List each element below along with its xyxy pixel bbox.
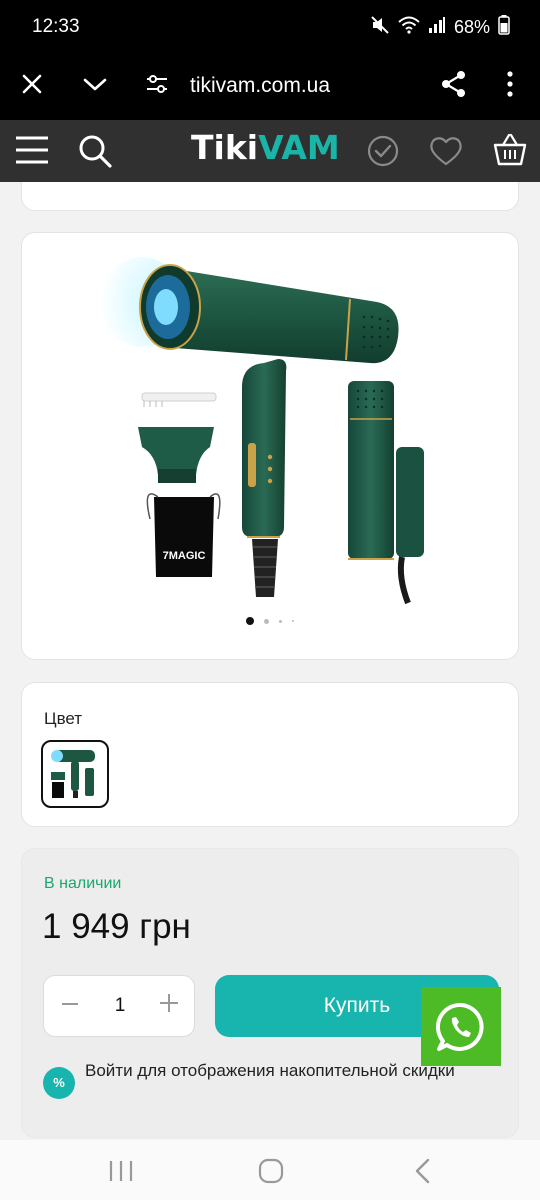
- whatsapp-button[interactable]: [421, 987, 501, 1066]
- login-discount-link[interactable]: Войти для отображения накопительной скид…: [85, 1059, 455, 1083]
- heart-icon[interactable]: [429, 136, 463, 171]
- recents-icon[interactable]: [108, 1159, 134, 1188]
- site-logo[interactable]: TikiVAM: [191, 128, 340, 167]
- close-icon[interactable]: [20, 72, 44, 101]
- previous-card: [21, 182, 519, 211]
- status-time: 12:33: [32, 16, 80, 37]
- menu-icon[interactable]: [15, 135, 49, 170]
- product-page: 7MAGIC Цвет В наличии 1 949 грн 1 Купить…: [0, 182, 540, 1140]
- color-label: Цвет: [44, 709, 83, 728]
- home-icon[interactable]: [258, 1158, 284, 1189]
- product-gallery[interactable]: 7MAGIC: [21, 232, 519, 660]
- compare-icon[interactable]: [367, 135, 399, 172]
- stock-status: В наличии: [44, 875, 122, 892]
- signal-icon: [428, 16, 446, 39]
- battery-icon: [498, 15, 510, 40]
- product-price: 1 949 грн: [42, 907, 191, 946]
- logo-vam: VAM: [258, 128, 340, 167]
- logo-tiki: Tiki: [191, 128, 259, 167]
- product-image[interactable]: 7MAGIC: [102, 247, 442, 607]
- chevron-down-icon[interactable]: [82, 72, 108, 101]
- mute-icon: [370, 15, 390, 40]
- color-swatch-green[interactable]: [41, 740, 109, 808]
- cart-icon[interactable]: [493, 133, 527, 172]
- carousel-dot[interactable]: [292, 620, 294, 622]
- battery-level: 68%: [453, 17, 490, 37]
- status-bar: 12:33 68%: [0, 0, 540, 56]
- carousel-dot[interactable]: [279, 619, 282, 623]
- carousel-dot[interactable]: [264, 618, 269, 624]
- bag-brand-text: 7MAGIC: [163, 550, 206, 562]
- carousel-dots: [22, 617, 518, 625]
- site-header: TikiVAM: [0, 120, 540, 182]
- site-settings-icon[interactable]: [145, 73, 169, 100]
- wifi-icon: [398, 16, 420, 39]
- more-icon[interactable]: [500, 70, 520, 103]
- system-nav-bar: [0, 1140, 540, 1200]
- search-icon[interactable]: [78, 134, 112, 173]
- quantity-increase-button[interactable]: [158, 992, 180, 1014]
- quantity-value[interactable]: 1: [108, 995, 132, 1017]
- quantity-decrease-button[interactable]: [60, 994, 80, 1014]
- share-icon[interactable]: [440, 70, 468, 103]
- whatsapp-icon: [435, 1002, 484, 1051]
- quantity-stepper: 1: [43, 975, 195, 1037]
- carousel-dot[interactable]: [246, 617, 254, 625]
- color-selector: Цвет: [21, 682, 519, 827]
- browser-toolbar: tikivam.com.ua: [0, 56, 540, 120]
- address-bar-url[interactable]: tikivam.com.ua: [190, 74, 330, 98]
- status-icons: 68%: [370, 15, 510, 40]
- back-icon[interactable]: [412, 1158, 432, 1189]
- discount-icon: %: [43, 1067, 75, 1099]
